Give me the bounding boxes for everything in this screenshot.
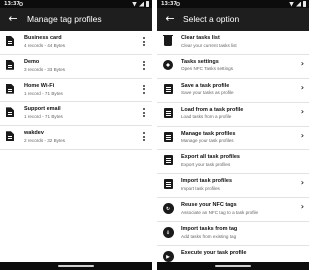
chevron-right-icon: › [300, 82, 304, 92]
status-time: 13:37 [161, 1, 177, 7]
option-title: Reuse your NFC tags [181, 202, 237, 209]
option-subtitle: Manage your task profiles [181, 138, 234, 144]
profile-info: 1 record - 71 Bytes [24, 90, 63, 96]
profile-name: Support email [24, 106, 61, 113]
file-icon [6, 59, 14, 70]
notification-icon [19, 2, 23, 6]
profile-item-business-card[interactable]: Business card 4 records - 44 Bytes [0, 31, 152, 55]
more-vert-icon[interactable] [142, 60, 146, 72]
trash-icon [162, 34, 174, 47]
import-icon [162, 178, 174, 190]
option-subtitle: Open NFC Tasks settings [181, 66, 233, 72]
more-vert-icon[interactable] [142, 37, 146, 48]
page-title: Manage tag profiles [27, 14, 102, 24]
manage-icon [162, 131, 174, 143]
file-icon [6, 83, 14, 94]
more-vert-icon[interactable] [142, 108, 146, 119]
save-icon [162, 83, 174, 95]
option-clear-tasks[interactable]: Clear tasks list Clear your current task… [157, 31, 309, 55]
chevron-right-icon: › [300, 202, 304, 212]
profile-item-wakdev[interactable]: wakdev 2 records - 32 Bytes [0, 126, 152, 150]
option-subtitle: Associate an NFC tag to a task profile [181, 209, 259, 215]
option-title: Tasks settings [181, 58, 219, 65]
option-import-from-tag[interactable]: ⇩ Import tasks from tag Add tasks from e… [157, 222, 309, 247]
signal-icon [296, 1, 301, 7]
export-icon [162, 154, 174, 166]
option-subtitle: Save your tasks as profile [181, 90, 234, 96]
option-import-profiles[interactable]: Import task profiles Import task profile… [157, 174, 309, 199]
option-title: Load from a task profile [181, 106, 244, 113]
profile-name: wakdev [24, 130, 44, 137]
back-arrow-icon[interactable]: ← [163, 12, 177, 26]
status-time: 13:37 [4, 1, 20, 7]
option-manage-profiles[interactable]: Manage task profiles Manage your task pr… [157, 127, 309, 151]
chevron-right-icon: › [300, 130, 304, 140]
status-bar: 13:37 [0, 0, 152, 8]
option-title: Save a task profile [181, 82, 230, 89]
more-vert-icon[interactable] [142, 84, 146, 96]
more-vert-icon[interactable] [142, 132, 146, 143]
file-icon [6, 107, 14, 118]
option-subtitle: Clear your current tasks list [181, 42, 237, 48]
option-subtitle: Export your task profiles [181, 161, 231, 167]
notification-icon [176, 2, 180, 6]
option-title: Manage task profiles [181, 130, 236, 137]
wifi-icon [132, 1, 137, 7]
profile-name: Home Wi-Fi [24, 82, 55, 89]
profile-item-demo[interactable]: Demo 3 records - 33 Bytes [0, 55, 152, 79]
load-icon [162, 107, 174, 119]
reuse-nfc-icon: ↻ [162, 202, 174, 214]
file-icon [6, 36, 14, 46]
manage-tag-profiles-screen: 13:37 ← Manage tag profiles Business car… [0, 0, 152, 270]
chevron-right-icon: › [300, 58, 304, 68]
option-subtitle: Load tasks from a profile [181, 114, 232, 120]
profile-name: Demo [24, 58, 40, 65]
option-tasks-settings[interactable]: Tasks settings Open NFC Tasks settings › [157, 55, 309, 79]
option-title: Import task profiles [181, 178, 233, 185]
profile-info: 2 records - 32 Bytes [24, 138, 66, 144]
select-option-screen: 13:37 ← Select a option Clear tasks list… [157, 0, 309, 270]
profile-info: 3 records - 33 Bytes [24, 66, 66, 72]
wifi-icon [289, 1, 294, 7]
status-bar: 13:37 [157, 0, 309, 8]
option-title: Clear tasks list [181, 35, 220, 41]
navigation-bar [0, 262, 152, 270]
option-load-profile[interactable]: Load from a task profile Load tasks from… [157, 103, 309, 127]
battery-icon [303, 1, 306, 7]
profile-info: 1 record - 71 Bytes [24, 114, 63, 120]
home-gesture-bar[interactable] [215, 265, 251, 267]
app-bar: ← Select a option [157, 8, 309, 31]
profile-info: 4 records - 44 Bytes [24, 43, 66, 48]
page-title: Select a option [183, 14, 240, 24]
option-reuse-nfc-tags[interactable]: ↻ Reuse your NFC tags Associate an NFC t… [157, 198, 309, 223]
option-subtitle: Add tasks from existing tag [181, 233, 237, 239]
profile-name: Business card [24, 35, 62, 41]
status-icons [289, 1, 306, 7]
file-icon [6, 131, 14, 142]
status-icons [132, 1, 149, 7]
chevron-right-icon: › [300, 106, 304, 116]
gear-icon [162, 59, 174, 71]
home-gesture-bar[interactable] [58, 265, 94, 267]
app-bar: ← Manage tag profiles [0, 8, 152, 31]
option-save-profile[interactable]: Save a task profile Save your tasks as p… [157, 79, 309, 103]
option-title: Execute your task profile [181, 250, 247, 257]
profile-list: Business card 4 records - 44 Bytes Demo … [0, 31, 152, 150]
profile-item-support-email[interactable]: Support email 1 record - 71 Bytes [0, 102, 152, 127]
battery-icon [146, 1, 149, 7]
profile-item-home-wifi[interactable]: Home Wi-Fi 1 record - 71 Bytes [0, 79, 152, 103]
option-list: Clear tasks list Clear your current task… [157, 31, 309, 270]
navigation-bar [157, 262, 309, 270]
back-arrow-icon[interactable]: ← [6, 12, 20, 26]
option-title: Import tasks from tag [181, 226, 238, 233]
option-title: Export all task profiles [181, 154, 240, 161]
signal-icon [139, 1, 144, 7]
import-tag-icon: ⇩ [162, 226, 174, 238]
execute-icon: ▶ [162, 250, 174, 262]
option-export-profiles[interactable]: Export all task profiles Export your tas… [157, 150, 309, 175]
chevron-right-icon: › [300, 178, 304, 188]
option-subtitle: Import task profiles [181, 185, 220, 191]
